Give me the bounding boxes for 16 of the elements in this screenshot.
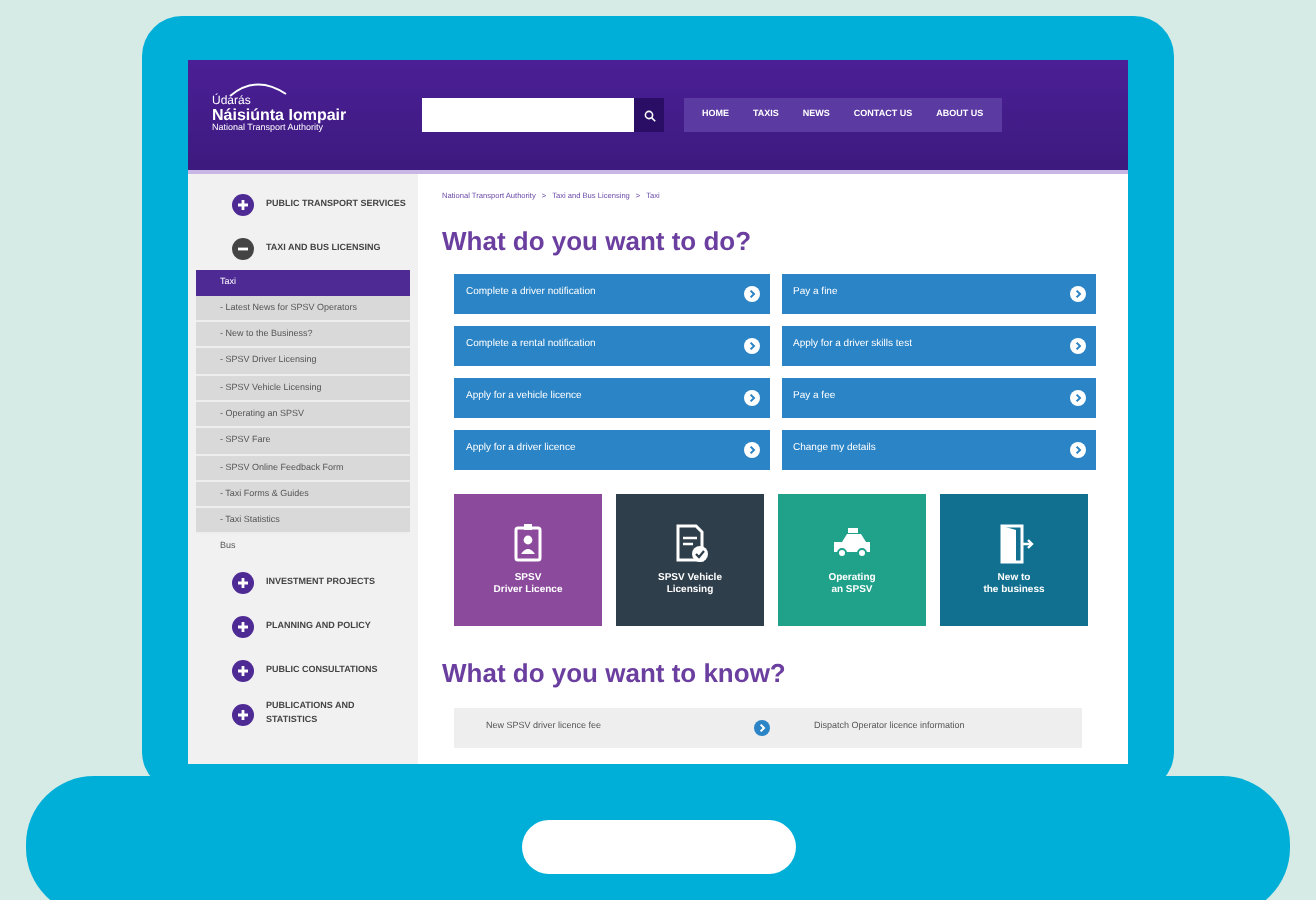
chevron-circle-icon [743, 442, 759, 459]
chevron-circle-icon [743, 286, 759, 303]
swoosh-icon [228, 77, 288, 97]
chevron-circle-icon [743, 338, 759, 355]
chevron-circle-icon [1070, 442, 1086, 459]
chevron-circle-icon [1070, 338, 1086, 355]
chevron-circle-icon [743, 390, 759, 407]
section-heading: What do you want to do? [442, 223, 754, 260]
search-button[interactable] [634, 98, 664, 132]
section-heading: What do you want to know? [442, 656, 788, 693]
search-icon [643, 109, 655, 121]
chevron-circle-icon [754, 719, 770, 736]
chevron-circle-icon [1070, 390, 1086, 407]
chevron-circle-icon [1070, 286, 1086, 303]
search-field[interactable] [422, 98, 634, 132]
logo-text: Náisiúnta Iompair [212, 108, 349, 125]
